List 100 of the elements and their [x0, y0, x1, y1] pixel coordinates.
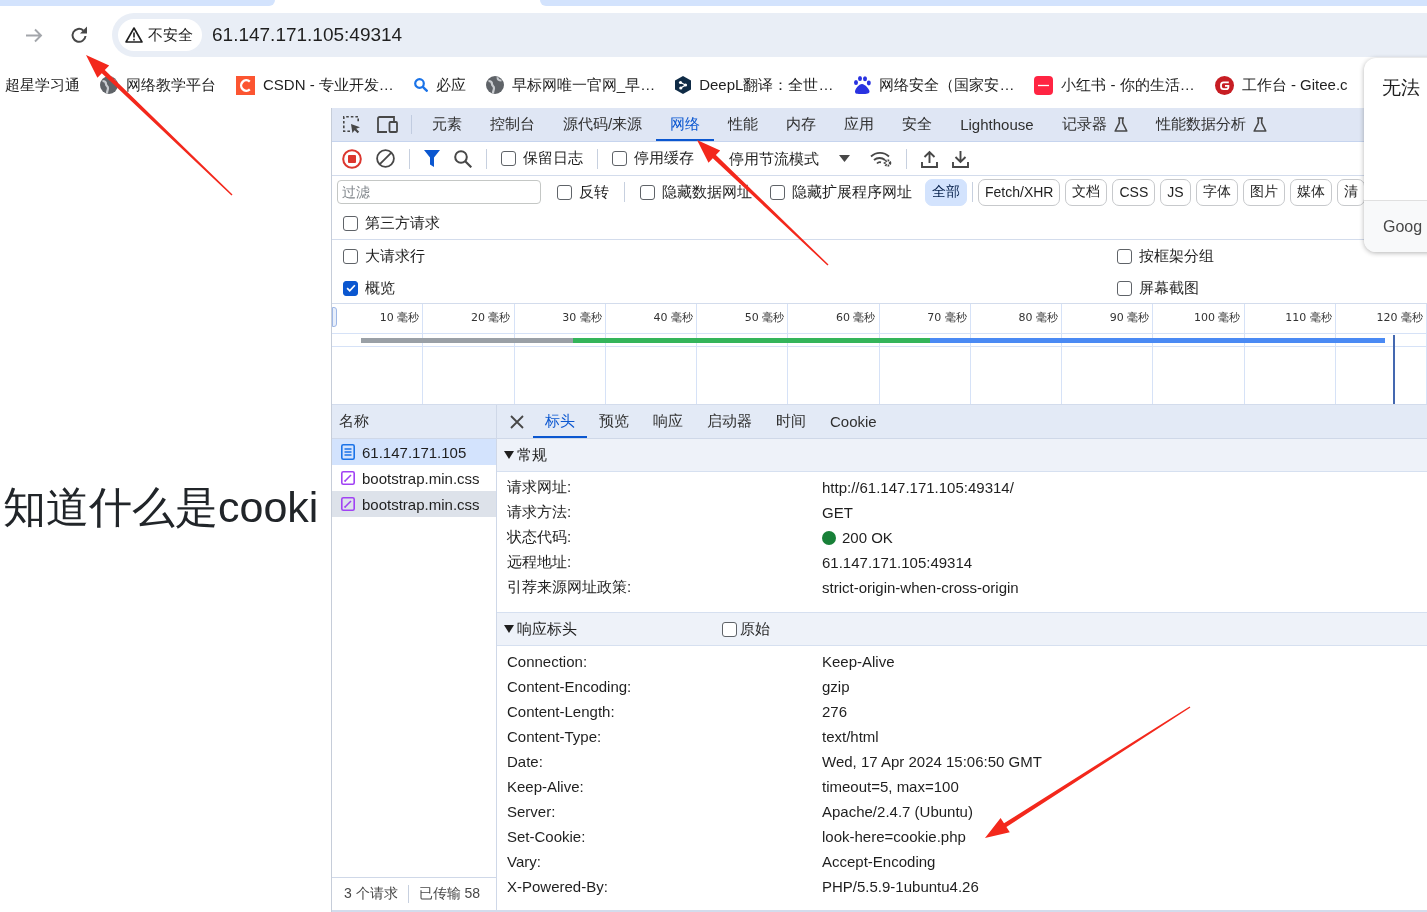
filter-field[interactable]: 过滤 — [337, 180, 541, 204]
header-name: Content-Type: — [507, 728, 603, 745]
header-value: 276 — [822, 703, 848, 720]
panel-tab[interactable]: 性能数据分析 — [1141, 108, 1281, 141]
flask-icon — [1113, 117, 1128, 132]
checkbox[interactable] — [343, 216, 358, 231]
inspect-icon[interactable] — [342, 115, 361, 134]
bookmark[interactable]: 早标网唯一官网_早… — [485, 75, 656, 95]
address-bar[interactable]: 不安全 61.147.171.105:49314 — [112, 13, 1427, 57]
details-tab[interactable]: 时间 — [764, 405, 818, 438]
close-icon[interactable] — [510, 414, 524, 429]
type-filter-chip[interactable]: 文档 — [1065, 178, 1108, 206]
details-tab[interactable]: 响应 — [641, 405, 695, 438]
panel-tab[interactable]: 内存 — [772, 108, 831, 141]
circle-slash-icon[interactable] — [376, 149, 395, 168]
type-filter-chip[interactable]: JS — [1160, 178, 1191, 206]
checkbox[interactable] — [640, 184, 655, 200]
range-handle[interactable] — [332, 307, 337, 327]
header-name: Server: — [507, 803, 557, 820]
request-row[interactable]: 61.147.171.105 — [332, 439, 496, 465]
checkbox[interactable] — [557, 184, 572, 200]
record-icon[interactable] — [342, 148, 362, 169]
popup-footer-text: Goog — [1383, 217, 1423, 236]
bookmark[interactable]: 小红书 - 你的生活… — [1034, 75, 1195, 95]
panel-tab[interactable]: 性能 — [714, 108, 773, 141]
header-value: GET — [822, 504, 853, 521]
bookmark[interactable]: 工作台 - Gitee.c — [1214, 75, 1348, 95]
header-value: look-here=cookie.php — [822, 828, 966, 845]
header-value: Keep-Alive — [822, 653, 895, 670]
checkbox-label: 反转 — [579, 182, 609, 202]
header-value: timeout=5, max=100 — [822, 778, 959, 795]
type-filter-chip[interactable]: CSS — [1112, 178, 1156, 206]
checkbox-label: 大请求行 — [365, 246, 425, 266]
panel-tab[interactable]: 源代码/来源 — [549, 108, 657, 141]
bookmark[interactable]: 超星学习通 — [5, 75, 80, 95]
download-icon[interactable] — [952, 149, 969, 168]
panel-tab[interactable]: Lighthouse — [946, 108, 1048, 141]
checkbox[interactable] — [343, 280, 358, 296]
panel-tab[interactable]: 应用 — [830, 108, 889, 141]
reload-icon[interactable] — [70, 26, 88, 44]
device-icon[interactable] — [377, 116, 398, 133]
circle-logo-icon — [1214, 75, 1234, 95]
type-filter-chip[interactable]: 图片 — [1242, 178, 1285, 206]
panel-tab[interactable]: 元素 — [418, 108, 476, 141]
time-tick-label: 10 毫秒 — [379, 310, 421, 326]
type-filter-chip[interactable]: 清 — [1336, 178, 1365, 206]
type-filter-chip[interactable]: 字体 — [1195, 178, 1238, 206]
request-row[interactable]: bootstrap.min.css — [332, 491, 496, 517]
paw-icon — [853, 76, 872, 94]
security-chip[interactable]: 不安全 — [118, 19, 202, 51]
checkbox[interactable] — [343, 248, 358, 264]
upload-icon[interactable] — [921, 149, 938, 168]
time-tick-label: 60 毫秒 — [836, 310, 877, 326]
details-tab[interactable]: Cookie — [818, 405, 889, 438]
type-filter-chip[interactable]: 全部 — [925, 178, 967, 206]
checkbox[interactable] — [612, 151, 627, 166]
wifi-gear-icon[interactable] — [870, 150, 892, 167]
checkbox[interactable] — [1117, 248, 1132, 264]
type-filter-chip[interactable]: 媒体 — [1289, 178, 1332, 206]
bookmark[interactable]: CSDN - 专业开发… — [236, 75, 394, 95]
time-tick-label: 80 毫秒 — [1018, 310, 1059, 326]
bookmark[interactable]: DeepL翻译：全世… — [675, 75, 834, 95]
bookmark[interactable]: 网络安全（国家安… — [853, 75, 1015, 95]
time-tick-label: 120 毫秒 — [1376, 310, 1424, 326]
checkbox[interactable] — [770, 184, 785, 200]
details-tab[interactable]: 预览 — [587, 405, 641, 438]
checkbox-label: 按框架分组 — [1139, 246, 1214, 266]
popup-title: 无法 — [1382, 76, 1420, 100]
column-header[interactable]: 名称 — [332, 405, 496, 439]
checkbox[interactable] — [722, 621, 737, 637]
header-name: Date: — [507, 753, 544, 770]
search-icon[interactable] — [454, 149, 472, 168]
header-value: strict-origin-when-cross-origin — [822, 579, 1019, 596]
header-value: PHP/5.5.9-1ubuntu4.26 — [822, 878, 979, 895]
header-value: 200 OK — [842, 529, 893, 546]
header-name: Content-Encoding: — [507, 678, 633, 695]
type-filter-chip[interactable]: Fetch/XHR — [978, 178, 1061, 206]
checkbox-label: 概览 — [365, 278, 395, 298]
request-row[interactable]: bootstrap.min.css — [332, 465, 496, 491]
file-icon — [341, 497, 355, 511]
throttling-dropdown[interactable]: 停用节流模式 — [729, 150, 850, 167]
header-name: 请求方法: — [507, 503, 573, 522]
time-tick-label: 40 毫秒 — [653, 310, 694, 326]
section-toggle[interactable]: 常规 — [504, 445, 547, 465]
funnel-icon[interactable] — [424, 150, 440, 167]
header-name: 引荐来源网址政策: — [507, 578, 633, 597]
checkbox[interactable] — [1117, 280, 1132, 296]
panel-tab[interactable]: 记录器 — [1047, 108, 1142, 141]
bookmark[interactable]: 必应 — [413, 75, 466, 95]
panel-tab[interactable]: 安全 — [888, 108, 947, 141]
panel-tab[interactable]: 网络 — [656, 108, 715, 141]
globe-icon — [485, 76, 504, 94]
header-name: 状态代码: — [507, 528, 573, 547]
details-tab[interactable]: 启动器 — [695, 405, 764, 438]
checkbox[interactable] — [501, 151, 516, 166]
checkbox-label: 屏幕截图 — [1139, 278, 1199, 298]
section-toggle[interactable]: 响应标头 — [504, 619, 577, 639]
panel-tab[interactable]: 控制台 — [476, 108, 549, 141]
header-name: X-Powered-By: — [507, 878, 609, 895]
file-icon — [341, 471, 355, 485]
